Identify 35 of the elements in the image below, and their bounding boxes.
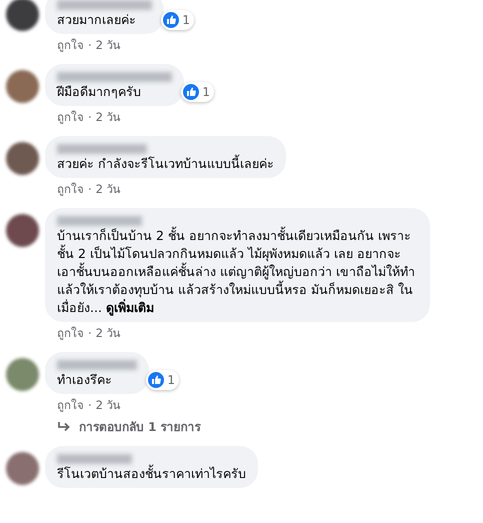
like-icon	[163, 12, 180, 28]
avatar-icon[interactable]	[6, 70, 39, 103]
comment-time: 2 วัน	[96, 397, 121, 413]
like-link[interactable]: ถูกใจ	[57, 109, 84, 125]
avatar-icon[interactable]	[6, 142, 39, 175]
comment-text: สวยค่ะ กำลังจะรีโนเวทบ้านแบบนี้เลยค่ะ	[57, 155, 274, 173]
separator-dot: ·	[88, 325, 92, 341]
comment-time: 2 วัน	[96, 181, 121, 197]
like-link[interactable]: ถูกใจ	[57, 397, 84, 413]
see-more-link[interactable]: ดูเพิ่มเติม	[106, 300, 154, 315]
comment-text: รีโนเวตบ้านสองชั้นราคาเท่าไรครับ	[57, 465, 246, 483]
avatar-icon[interactable]	[6, 0, 39, 31]
separator-dot: ·	[88, 397, 92, 413]
reaction-badge[interactable]: 1	[181, 82, 214, 102]
comment-text: ทำเองรึคะ	[57, 371, 113, 389]
separator-dot: ·	[88, 37, 92, 53]
comment-text: สวยมากเลยค่ะ	[57, 11, 137, 29]
replies-link[interactable]: การตอบกลับ 1 รายการ	[57, 419, 201, 435]
like-link[interactable]: ถูกใจ	[57, 325, 84, 341]
comment-text: ฝีมือดีมากๆครับ	[57, 83, 142, 101]
separator-dot: ·	[88, 109, 92, 125]
reply-arrow-icon	[57, 421, 71, 433]
like-link[interactable]: ถูกใจ	[57, 181, 84, 197]
reaction-badge[interactable]: 1	[161, 10, 194, 30]
like-icon	[148, 372, 164, 388]
like-icon	[183, 84, 200, 100]
avatar-icon[interactable]	[6, 214, 39, 247]
comment-time: 2 วัน	[96, 109, 121, 125]
avatar-icon[interactable]	[6, 452, 39, 485]
comment-time: 2 วัน	[96, 37, 121, 53]
comment-time: 2 วัน	[96, 325, 121, 341]
like-link[interactable]: ถูกใจ	[57, 37, 84, 53]
reaction-badge[interactable]: 1	[146, 370, 179, 390]
comment-text: บ้านเราก็เป็นบ้าน 2 ชั้น อยากจะทำลงมาชั้นเดียวเหมือนกัน เพราะชั้น 2 เป็นไม้โดนปลวกกินหมดแล้ว ไม้ผุพังหมดแล้ว เลย อยากจะเอาชั้นบนออกเหลือแค่ชั้นล่าง แต่ญาติผู้ใหญ่บอกว่า เขาถือไม่ให้ทำ แล้วให้เราต้องทุบบ้าน แล้วสร้างใหม่แบบนี้หรอ มันก็หมดเยอะสิ ในเมื่อยัง... ดูเพิ่มเติม	[57, 227, 416, 317]
separator-dot: ·	[88, 181, 92, 197]
